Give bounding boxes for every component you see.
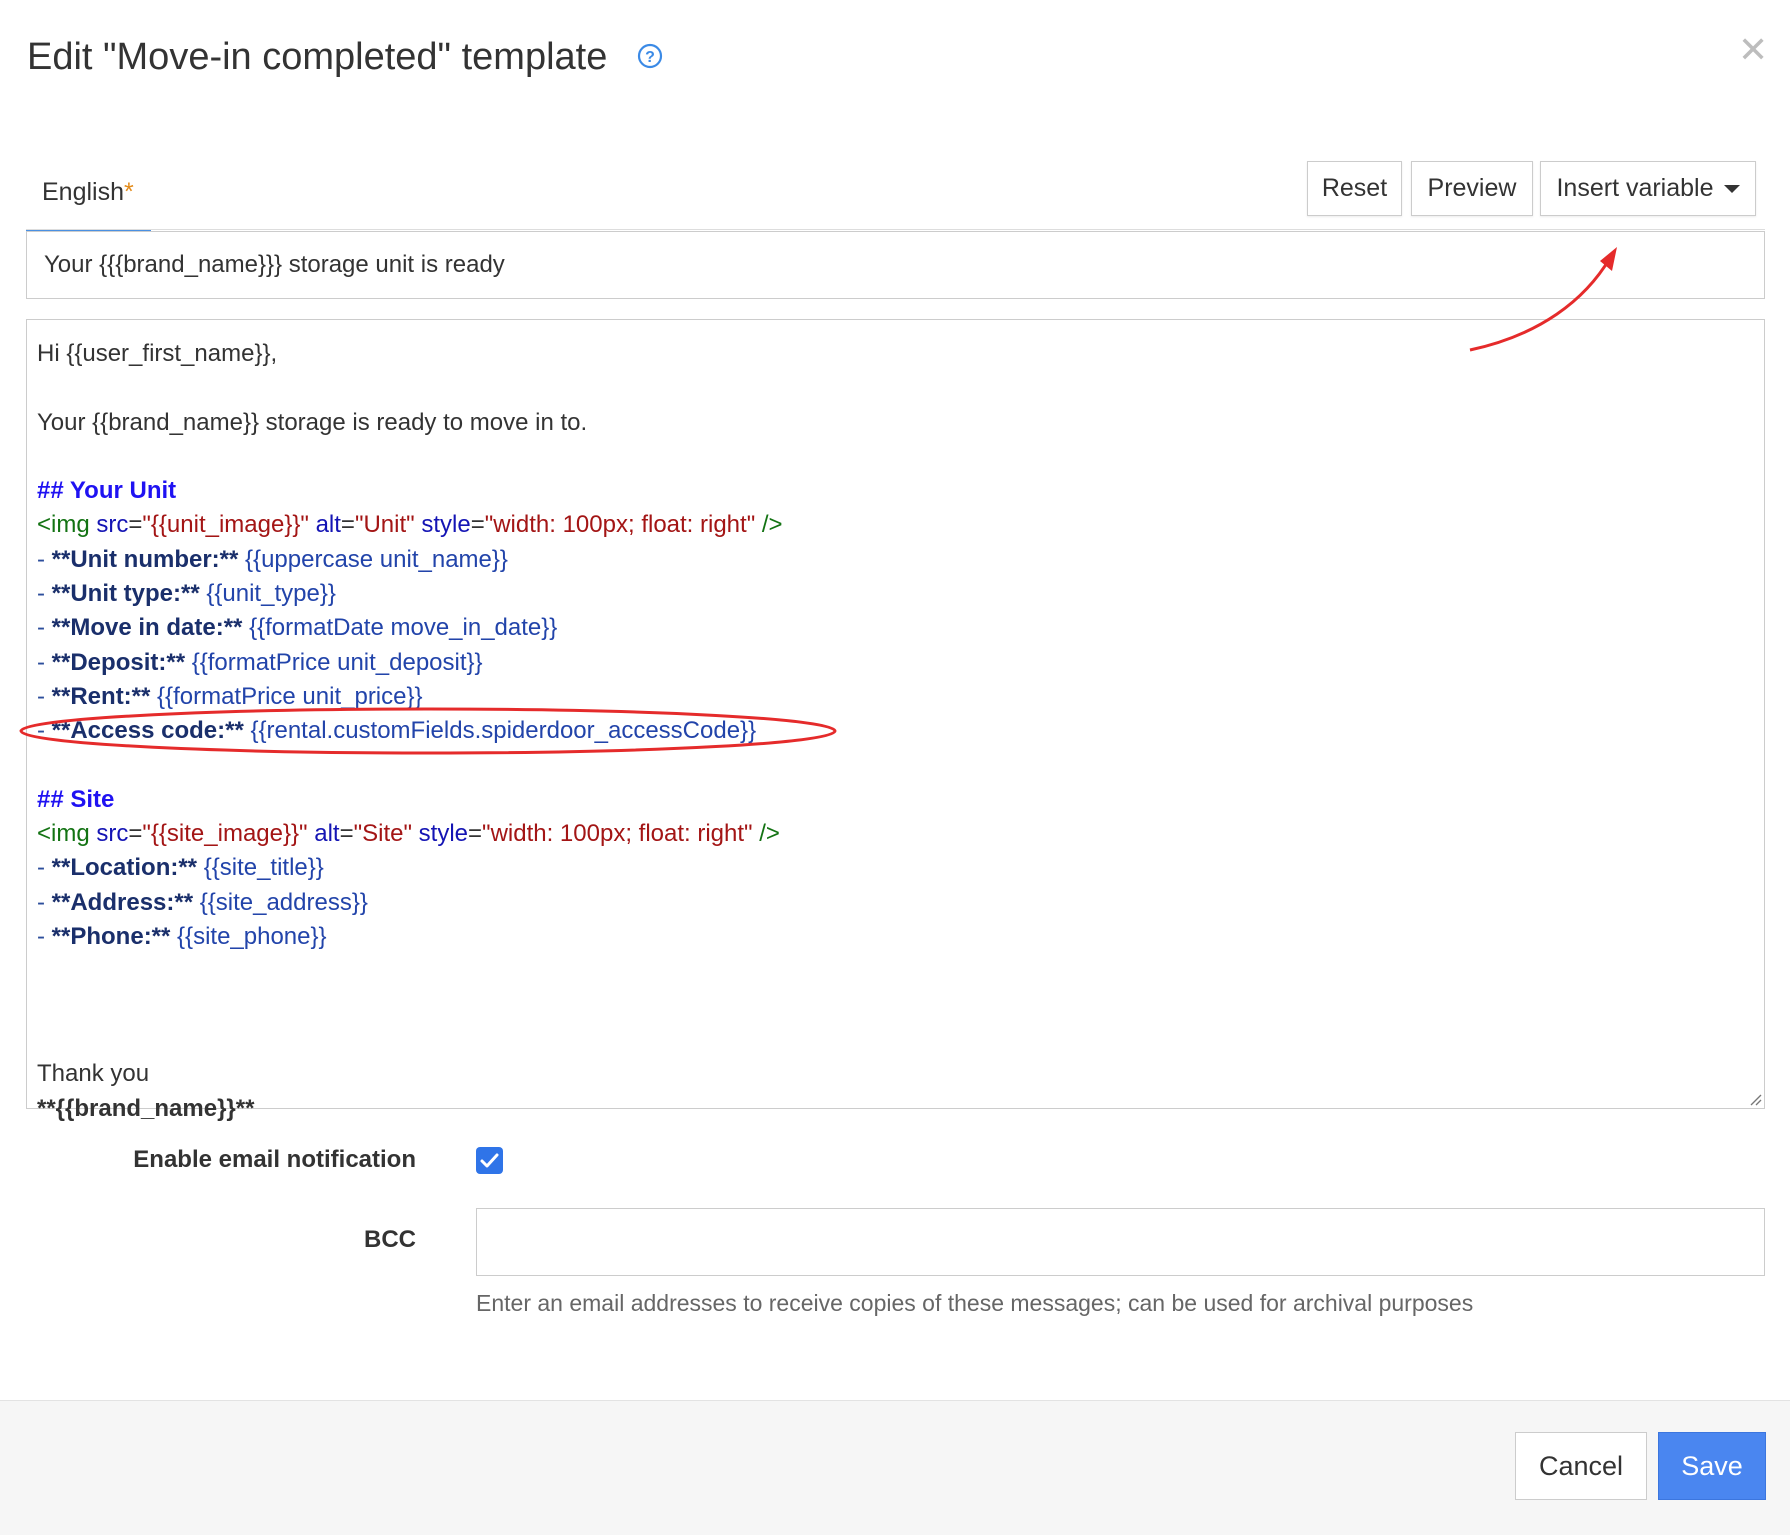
editor-blank-line — [37, 440, 1764, 474]
dialog-title: Edit "Move-in completed" template — [27, 36, 608, 78]
field-label: **Rent:** — [51, 682, 151, 710]
insert-variable-label: Insert variable — [1556, 174, 1714, 202]
editor-blank-line — [37, 749, 1764, 783]
bcc-input[interactable] — [476, 1208, 1765, 1276]
bcc-label: BCC — [364, 1226, 416, 1253]
modified-marker: * — [124, 178, 134, 206]
attr-value: "Site" — [353, 820, 412, 848]
field-value: {{rental.customFields.spiderdoor_accessC… — [250, 717, 757, 745]
field-value: {{formatPrice unit_price}} — [157, 682, 423, 710]
attr-value: "Unit" — [354, 511, 415, 539]
editor-field-line-access-code: - **Access code:** {{rental.customFields… — [37, 717, 757, 745]
field-value: {{site_phone}} — [177, 923, 327, 951]
editor-field-line: - **Phone:** {{site_phone}} — [37, 923, 327, 951]
insert-variable-button[interactable]: Insert variable — [1540, 161, 1756, 216]
field-label: **Address:** — [51, 888, 194, 916]
field-label: **Phone:** — [51, 923, 171, 951]
attr-name: alt — [315, 511, 341, 539]
attr-value: "{{unit_image}}" — [142, 511, 309, 539]
email-notification-checkbox[interactable] — [476, 1147, 503, 1174]
attr-name: src — [96, 511, 129, 539]
editor-img-line: <img src="{{unit_image}}" alt="Unit" sty… — [37, 511, 783, 539]
field-label: **Unit number:** — [51, 545, 239, 573]
field-value: {{site_title}} — [203, 854, 324, 882]
editor-blank-line — [37, 1023, 1764, 1057]
editor-blank-line — [37, 989, 1764, 1023]
editor-field-line: - **Location:** {{site_title}} — [37, 854, 324, 882]
attr-value: "width: 100px; float: right" — [482, 820, 753, 848]
tab-english[interactable]: English* — [26, 174, 151, 232]
editor-field-line: - **Rent:** {{formatPrice unit_price}} — [37, 682, 423, 710]
cancel-button[interactable]: Cancel — [1515, 1432, 1647, 1500]
svg-text:?: ? — [645, 49, 655, 66]
editor-blank-line — [37, 371, 1764, 405]
field-label: **Move in date:** — [51, 614, 243, 642]
attr-value: "width: 100px; float: right" — [484, 511, 756, 539]
editor-line: Thank you — [37, 1060, 150, 1088]
editor-line: Hi {{user_first_name}}, — [37, 340, 278, 367]
resize-handle-icon[interactable] — [1748, 1092, 1762, 1106]
field-value: {{formatPrice unit_deposit}} — [191, 648, 483, 676]
tag-open: <img — [37, 511, 90, 539]
tag-open: <img — [37, 820, 90, 848]
editor-line: Your {{brand_name}} storage is ready to … — [37, 408, 588, 436]
help-icon[interactable]: ? — [637, 43, 663, 69]
tab-label: English — [42, 178, 124, 206]
field-label: **Access code:** — [51, 717, 244, 745]
editor-img-line: <img src="{{site_image}}" alt="Site" sty… — [37, 820, 780, 848]
attr-name: style — [418, 820, 469, 848]
reset-button[interactable]: Reset — [1307, 161, 1402, 216]
editor-field-line: - **Unit type:** {{unit_type}} — [37, 580, 336, 608]
field-value: {{site_address}} — [199, 888, 368, 916]
attr-value: "{{site_image}}" — [142, 820, 308, 848]
caret-down-icon — [1723, 184, 1740, 193]
attr-name: style — [421, 511, 471, 539]
field-label: **Location:** — [51, 854, 198, 882]
editor-field-line: - **Unit number:** {{uppercase unit_name… — [37, 545, 508, 573]
field-value: {{formatDate move_in_date}} — [249, 614, 558, 642]
editor-field-line: - **Deposit:** {{formatPrice unit_deposi… — [37, 648, 483, 676]
field-label: **Unit type:** — [51, 580, 200, 608]
preview-button[interactable]: Preview — [1411, 161, 1533, 216]
tag-close: /> — [759, 820, 780, 848]
field-label: **Deposit:** — [51, 648, 186, 676]
email-notification-label: Enable email notification — [133, 1146, 416, 1173]
save-button[interactable]: Save — [1658, 1432, 1766, 1500]
editor-heading: ## Site — [37, 785, 115, 813]
tag-close: /> — [761, 511, 783, 539]
subject-input[interactable]: Your {{{brand_name}}} storage unit is re… — [26, 231, 1765, 299]
field-value: {{uppercase unit_name}} — [245, 545, 508, 573]
field-value: {{unit_type}} — [206, 580, 336, 608]
close-icon[interactable]: ✕ — [1738, 32, 1768, 68]
body-editor[interactable]: Hi {{user_first_name}}, Your {{brand_nam… — [26, 319, 1765, 1122]
attr-name: alt — [314, 820, 340, 848]
editor-blank-line — [37, 954, 1764, 988]
editor-line: **{{brand_name}}** — [37, 1094, 255, 1122]
attr-name: src — [96, 820, 129, 848]
tab-divider — [26, 229, 1765, 230]
editor-field-line: - **Address:** {{site_address}} — [37, 888, 368, 916]
editor-field-line: - **Move in date:** {{formatDate move_in… — [37, 614, 558, 642]
checkmark-icon — [480, 1153, 499, 1168]
editor-heading: ## Your Unit — [37, 477, 177, 505]
bcc-help-text: Enter an email addresses to receive copi… — [476, 1290, 1474, 1316]
